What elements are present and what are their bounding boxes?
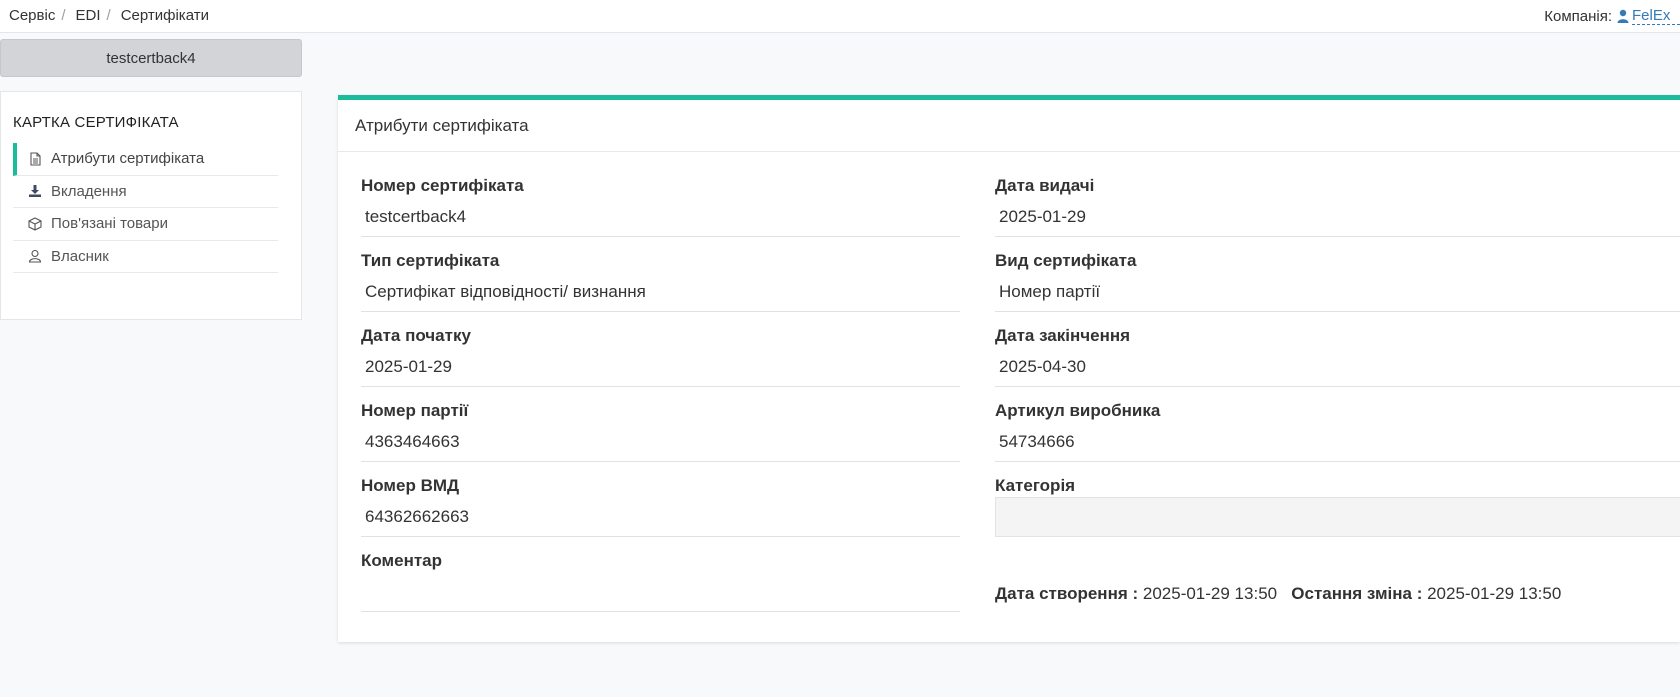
cert-kind-field: Вид сертифіката Номер партії [995,251,1680,312]
breadcrumb-edi[interactable]: EDI [76,7,101,24]
nav-list: Атрибути сертифіката Вкладення Пов'язані… [13,143,278,273]
field-value [361,579,960,612]
company-label: Компанія: [1544,7,1612,25]
breadcrumb-separator: / [61,7,66,24]
field-value: 4363464663 [361,429,960,462]
field-value: 54734666 [995,429,1680,462]
field-label: Коментар [361,551,442,570]
field-label: Номер ВМД [361,476,460,495]
cert-type-field: Тип сертифіката Сертифікат відповідності… [361,251,960,312]
nav-item-attachments[interactable]: Вкладення [13,176,278,208]
breadcrumb: Сервіс / EDI / Сертифікати [9,7,209,24]
customs-number-field: Номер ВМД 64362662663 [361,476,960,537]
nav-item-attributes[interactable]: Атрибути сертифіката [13,143,278,176]
field-label: Категорія [995,476,1076,495]
nav-item-label: Власник [51,247,109,265]
field-label: Дата закінчення [995,326,1131,345]
document-icon [30,152,41,166]
user-icon [28,250,42,263]
field-label: Вид сертифіката [995,251,1137,270]
end-date-field: Дата закінчення 2025-04-30 [995,326,1680,387]
field-label: Дата видачі [995,176,1095,195]
nav-item-owner[interactable]: Власник [13,241,278,273]
field-value: Номер партії [995,279,1680,312]
top-bar: Сервіс / EDI / Сертифікати Компанія: Fel… [0,0,1680,33]
certificate-name-header: testcertback4 [0,39,302,77]
issue-date-field: Дата видачі 2025-01-29 [995,176,1680,237]
box-icon [28,217,42,231]
attributes-panel: Атрибути сертифіката Номер сертифіката t… [338,95,1680,642]
panel-title: Атрибути сертифіката [338,100,1680,152]
start-date-field: Дата початку 2025-01-29 [361,326,960,387]
nav-item-label: Вкладення [51,182,127,200]
manufacturer-sku-field: Артикул виробника 54734666 [995,401,1680,462]
breadcrumb-certificates[interactable]: Сертифікати [121,7,209,24]
field-label: Тип сертифіката [361,251,500,270]
certificate-nav-card: КАРТКА СЕРТИФІКАТА Атрибути сертифіката … [0,91,302,320]
category-field: Категорія [995,476,1680,537]
user-icon [1617,9,1629,23]
field-value: Сертифікат відповідності/ визнання [361,279,960,312]
download-icon [29,185,41,198]
company-selector: Компанія: FelEx [1544,7,1680,25]
nav-title: КАРТКА СЕРТИФІКАТА [13,114,179,131]
field-value: 2025-04-30 [995,354,1680,387]
breadcrumb-service[interactable]: Сервіс [9,7,55,24]
field-value: 2025-01-29 [995,204,1680,237]
breadcrumb-separator: / [106,7,111,24]
field-label: Дата початку [361,326,471,345]
created-label: Дата створення : [995,584,1139,603]
modified-value: 2025-01-29 13:50 [1427,584,1562,603]
nav-item-label: Пов'язані товари [51,215,168,233]
field-label: Номер партії [361,401,469,420]
batch-number-field: Номер партії 4363464663 [361,401,960,462]
modified-label: Остання зміна : [1291,584,1423,603]
company-link[interactable]: FelEx [1632,7,1680,25]
cert-number-field: Номер сертифіката testcertback4 [361,176,960,237]
field-label: Номер сертифіката [361,176,524,195]
field-value: 64362662663 [361,504,960,537]
nav-item-related-products[interactable]: Пов'язані товари [13,208,278,241]
record-meta: Дата створення : 2025-01-29 13:50 Останн… [995,584,1561,604]
field-label: Артикул виробника [995,401,1161,420]
field-value: 2025-01-29 [361,354,960,387]
category-value-box [995,497,1680,537]
field-value: testcertback4 [361,204,960,237]
nav-item-label: Атрибути сертифіката [51,150,205,168]
comment-field: Коментар [361,551,960,612]
created-value: 2025-01-29 13:50 [1142,584,1278,603]
